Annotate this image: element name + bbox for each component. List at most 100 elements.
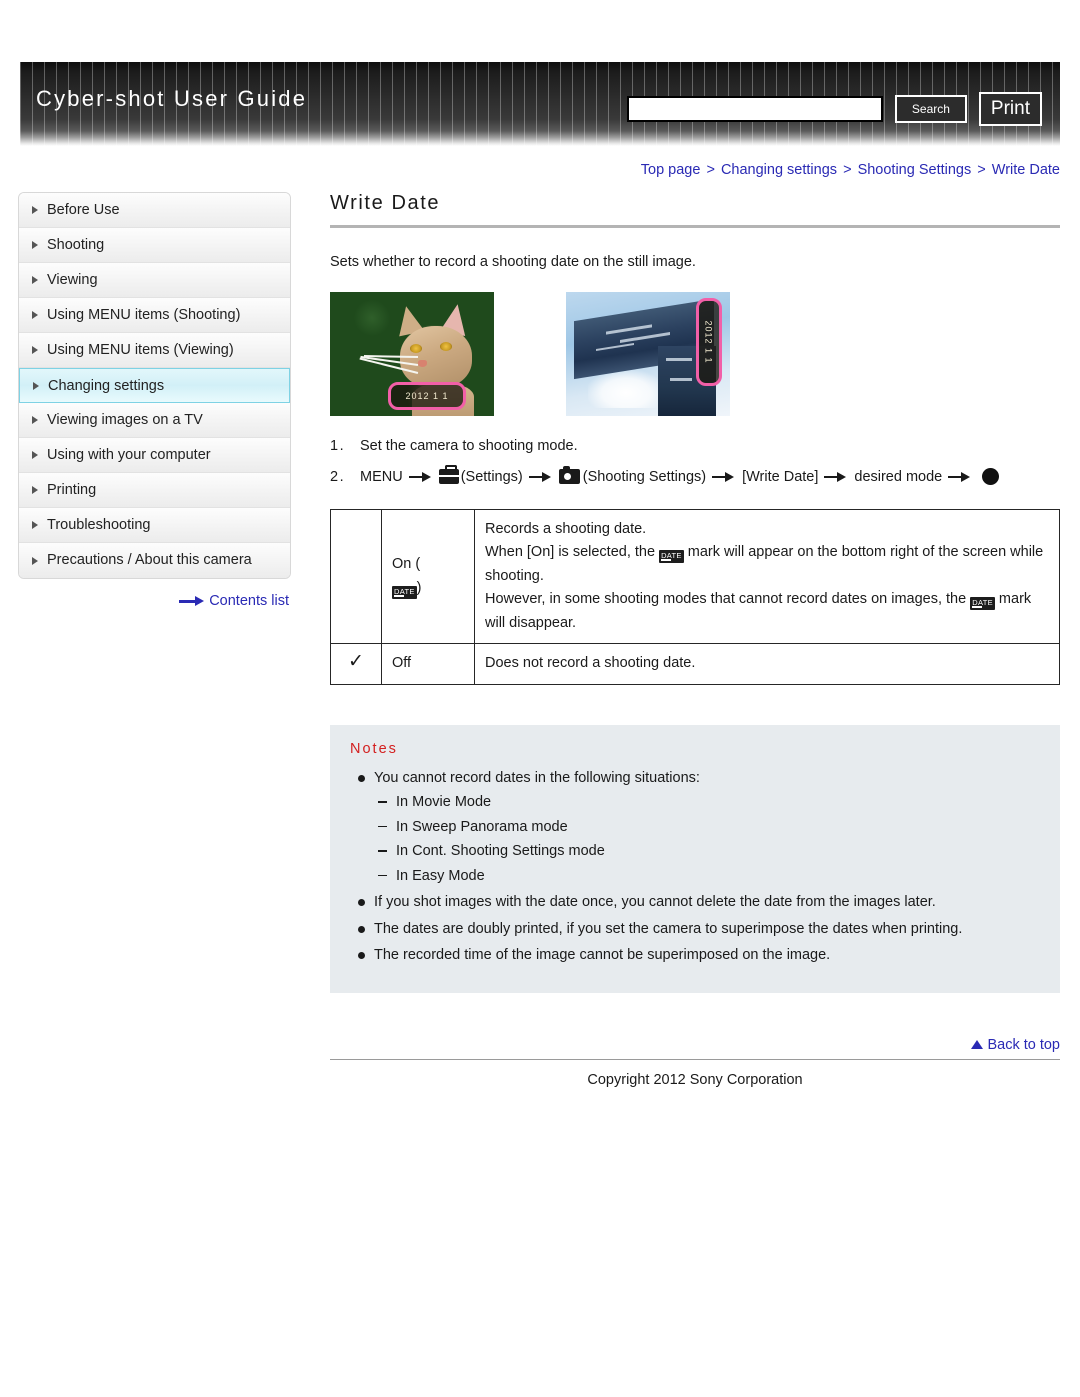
sidebar-item-label: Using MENU items (Viewing)	[47, 342, 234, 358]
arrow-right-icon	[179, 596, 205, 607]
arrow-right-icon	[824, 471, 848, 483]
sidebar-item-printing[interactable]: Printing	[19, 473, 290, 508]
table-row: ✓ Off Does not record a shooting date.	[330, 643, 1060, 685]
note-item: You cannot record dates in the following…	[350, 767, 1040, 887]
building-window	[666, 358, 692, 361]
sidebar-nav-list: Before Use Shooting Viewing Using MENU i…	[18, 192, 291, 579]
header-controls: Search Print	[626, 92, 1042, 126]
note-sub-item: In Sweep Panorama mode	[374, 816, 1040, 838]
arrow-right-icon	[408, 471, 433, 483]
shooting-settings-label: (Shooting Settings)	[582, 468, 707, 485]
breadcrumb-separator: >	[977, 162, 986, 178]
sidebar-item-viewing[interactable]: Viewing	[19, 263, 290, 298]
settings-label: (Settings)	[460, 468, 523, 485]
notes-box: Notes You cannot record dates in the fol…	[330, 724, 1060, 993]
sidebar-item-label: Precautions / About this camera	[47, 552, 252, 568]
menu-label: MENU	[360, 468, 403, 485]
sidebar-item-label: Viewing images on a TV	[47, 412, 203, 428]
arrow-right-icon	[528, 471, 553, 483]
default-marker-cell: ✓	[330, 643, 382, 685]
lead-text: Sets whether to record a shooting date o…	[330, 254, 696, 270]
date-stamp-text: 2012 1 1	[405, 391, 449, 401]
option-name-cell: Off	[381, 643, 475, 685]
step-number: 2.	[330, 468, 346, 485]
note-text: You cannot record dates in the following…	[374, 769, 700, 786]
default-marker-cell	[330, 508, 382, 645]
desc-line-1: Records a shooting date.	[485, 521, 647, 537]
sidebar-item-troubleshooting[interactable]: Troubleshooting	[19, 508, 290, 543]
contents-list-label: Contents list	[209, 593, 289, 609]
back-to-top-label: Back to top	[987, 1036, 1060, 1053]
sidebar-item-before-use[interactable]: Before Use	[19, 193, 290, 228]
option-label-suffix: )	[416, 579, 422, 596]
breadcrumb-separator: >	[706, 162, 715, 178]
note-sub-item: In Easy Mode	[374, 865, 1040, 887]
sidebar-item-label: Viewing	[47, 272, 98, 288]
date-badge-icon: DATE	[659, 550, 684, 564]
sidebar-item-label: Troubleshooting	[47, 517, 151, 533]
breadcrumb: Top page > Changing settings > Shooting …	[641, 162, 1060, 178]
write-date-label: [Write Date]	[742, 468, 819, 485]
option-description-cell: Records a shooting date. When [On] is se…	[474, 508, 1060, 645]
sample-images: 2012 1 1 2012 1 1	[330, 292, 1060, 416]
cat-nose	[418, 360, 427, 367]
note-sub-list: In Movie Mode In Sweep Panorama mode In …	[374, 791, 1040, 887]
main-content: Write Date Sets whether to record a shoo…	[330, 192, 1060, 1088]
breadcrumb-separator: >	[843, 162, 852, 178]
arrow-right-icon	[948, 471, 972, 483]
sidebar-item-using-menu-items-shooting[interactable]: Using MENU items (Shooting)	[19, 298, 290, 333]
cat-eye-right	[440, 342, 452, 351]
copyright-text: Copyright 2012 Sony Corporation	[587, 1071, 803, 1088]
sidebar-item-label: Printing	[47, 482, 97, 498]
option-description-off: Does not record a shooting date.	[485, 655, 696, 672]
date-badge-icon: DATE	[392, 585, 417, 599]
sidebar-item-label: Using with your computer	[47, 447, 211, 463]
sidebar-item-changing-settings[interactable]: Changing settings	[19, 368, 290, 403]
sidebar-item-using-with-your-computer[interactable]: Using with your computer	[19, 438, 290, 473]
step-1: 1. Set the camera to shooting mode.	[330, 438, 1060, 454]
sidebar-item-using-menu-items-viewing[interactable]: Using MENU items (Viewing)	[19, 333, 290, 368]
option-label-off: Off	[392, 655, 412, 672]
search-input[interactable]	[626, 96, 883, 122]
sidebar-item-viewing-images-on-a-tv[interactable]: Viewing images on a TV	[19, 403, 290, 438]
options-table: On ( DATE) Records a shooting date. When…	[330, 508, 1060, 685]
back-to-top-link[interactable]: Back to top	[330, 1037, 1060, 1059]
print-button[interactable]: Print	[978, 92, 1042, 126]
date-stamp-overlay: 2012 1 1	[388, 382, 466, 410]
breadcrumb-item-write-date[interactable]: Write Date	[992, 162, 1060, 178]
note-sub-item: In Cont. Shooting Settings mode	[374, 840, 1040, 862]
building-window	[670, 378, 692, 381]
option-name-cell: On ( DATE)	[381, 508, 475, 645]
sidebar-item-precautions-about-this-camera[interactable]: Precautions / About this camera	[19, 543, 290, 578]
contents-list-link[interactable]: Contents list	[18, 593, 291, 609]
desired-mode-label: desired mode	[854, 468, 943, 485]
checkmark-icon: ✓	[348, 651, 364, 673]
sidebar-item-label: Changing settings	[48, 378, 165, 394]
table-row: On ( DATE) Records a shooting date. When…	[330, 508, 1060, 645]
desc-line-4: However, in some shooting modes that can…	[485, 591, 967, 608]
sidebar-item-label: Using MENU items (Shooting)	[47, 307, 241, 323]
step-number: 1.	[330, 438, 346, 454]
cat-eye-left	[410, 344, 422, 353]
site-header: Cyber-shot User Guide Search Print	[20, 62, 1060, 146]
toolbox-icon	[438, 465, 459, 484]
cloud	[588, 370, 664, 408]
page-title: Write Date	[330, 192, 441, 214]
triangle-up-icon	[971, 1039, 984, 1049]
option-label-on: On (	[392, 556, 421, 573]
sidebar-item-shooting[interactable]: Shooting	[19, 228, 290, 263]
date-stamp-overlay: 2012 1 1	[696, 298, 722, 386]
site-title: Cyber-shot User Guide	[36, 86, 308, 111]
sidebar-item-label: Shooting	[47, 237, 105, 253]
title-divider	[330, 225, 1060, 228]
note-item: If you shot images with the date once, y…	[350, 891, 1040, 913]
camera-icon	[558, 466, 580, 484]
option-description-cell: Does not record a shooting date.	[474, 643, 1060, 685]
date-badge-icon: DATE	[970, 597, 995, 611]
breadcrumb-item-top-page[interactable]: Top page	[641, 162, 701, 178]
search-button[interactable]: Search	[894, 95, 967, 123]
breadcrumb-item-shooting-settings[interactable]: Shooting Settings	[858, 162, 972, 178]
breadcrumb-item-changing-settings[interactable]: Changing settings	[721, 162, 837, 178]
step-text: Set the camera to shooting mode.	[360, 438, 578, 454]
sample-photo-cat: 2012 1 1	[330, 292, 494, 416]
